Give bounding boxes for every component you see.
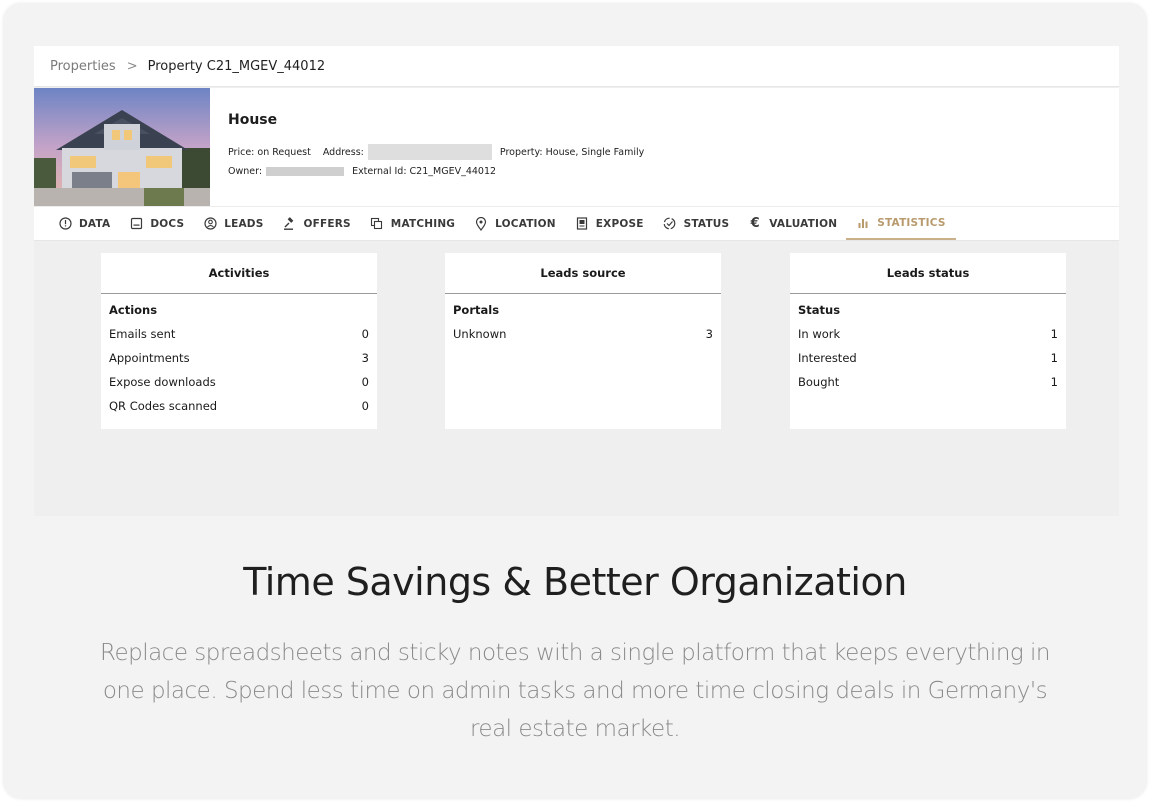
- tab-label: LEADS: [224, 217, 264, 230]
- breadcrumb-current: Property C21_MGEV_44012: [147, 58, 326, 74]
- tab-docs[interactable]: DOCS: [129, 207, 184, 240]
- stat-label: Appointments: [109, 351, 190, 365]
- card-title: Leads source: [445, 253, 721, 294]
- info-circle-icon: [58, 217, 72, 231]
- stat-value: 1: [1050, 351, 1058, 365]
- stat-label: Interested: [798, 351, 857, 365]
- stat-label: QR Codes scanned: [109, 399, 218, 413]
- tab-label: STATUS: [683, 217, 730, 230]
- leads-status-card: Leads status Status In work 1 Interested 1…: [790, 253, 1066, 429]
- card-title: Leads status: [790, 253, 1066, 294]
- property-meta-line-1: Price: on Request Address: Property: Hou…: [228, 144, 644, 160]
- card-title: Activities: [101, 253, 377, 294]
- stat-label: Expose downloads: [109, 375, 216, 389]
- price-text: Price: on Request: [228, 146, 311, 158]
- property-header: House Price: on Request Address: Propert…: [34, 88, 1119, 206]
- tab-status[interactable]: STATUS: [663, 207, 730, 240]
- owner-redacted: [266, 167, 345, 176]
- tab-matching[interactable]: MATCHING: [370, 207, 455, 240]
- activities-card: Activities Actions Emails sent 0 Appointm…: [101, 253, 377, 429]
- location-pin-icon: [474, 216, 488, 231]
- property-type-text: Property: House, Single Family: [499, 146, 645, 158]
- stat-row: Unknown 3: [453, 326, 713, 342]
- tab-label: VALUATION: [769, 217, 838, 230]
- stat-row: Appointments 3: [109, 350, 369, 366]
- external-id-text: External Id: C21_MGEV_44012: [352, 166, 497, 177]
- tab-location[interactable]: LOCATION: [474, 207, 556, 240]
- stat-label: Emails sent: [109, 327, 176, 341]
- gavel-icon: [283, 216, 297, 231]
- stat-row: Emails sent 0: [109, 326, 369, 342]
- document-icon: [129, 217, 143, 231]
- property-tabs: DATA DOCS LEADS OFFERS MATCHING LOCATION…: [34, 206, 1119, 241]
- property-title: House: [228, 112, 278, 128]
- expose-icon: [575, 217, 589, 231]
- stat-label: Unknown: [453, 327, 507, 341]
- card-subtitle: Actions: [109, 303, 158, 317]
- property-meta-line-2: Owner: External Id: C21_MGEV_44012: [228, 166, 496, 177]
- chevron-right-icon: >: [126, 58, 138, 74]
- tab-statistics[interactable]: STATISTICS: [846, 207, 956, 240]
- address-label: Address:: [322, 146, 364, 158]
- leads-source-card: Leads source Portals Unknown 3: [445, 253, 721, 429]
- breadcrumb-properties-link[interactable]: Properties: [50, 59, 116, 74]
- tab-label: DOCS: [150, 217, 185, 230]
- stat-row: QR Codes scanned 0: [109, 398, 369, 414]
- tab-label: EXPOSE: [595, 217, 644, 230]
- stat-row: Bought 1: [798, 374, 1058, 390]
- tab-label: LOCATION: [495, 217, 556, 230]
- stat-row: In work 1: [798, 326, 1058, 342]
- owner-label: Owner:: [228, 166, 263, 177]
- euro-icon: €: [750, 216, 760, 231]
- stat-value: 1: [1050, 327, 1058, 341]
- stat-label: In work: [798, 327, 841, 341]
- tab-label: DATA: [79, 217, 111, 230]
- tab-valuation[interactable]: € VALUATION: [748, 207, 837, 240]
- bar-chart-icon: [856, 216, 870, 230]
- breadcrumb: Properties > Property C21_MGEV_44012: [34, 46, 1119, 87]
- stat-label: Bought: [798, 375, 840, 389]
- stat-value: 0: [361, 375, 369, 389]
- tab-label: MATCHING: [390, 217, 456, 230]
- stat-value: 3: [705, 327, 713, 341]
- marketing-body: Replace spreadsheets and sticky notes wi…: [100, 640, 1050, 742]
- tab-label: STATISTICS: [877, 216, 946, 229]
- card-subtitle: Status: [798, 303, 841, 317]
- property-photo[interactable]: [34, 88, 210, 206]
- stat-value: 0: [361, 327, 369, 341]
- card-subtitle: Portals: [453, 303, 500, 317]
- tab-leads[interactable]: LEADS: [203, 207, 263, 240]
- tab-label: OFFERS: [303, 217, 351, 230]
- marketing-headline: Time Savings & Better Organization: [243, 560, 907, 604]
- tab-data[interactable]: DATA: [58, 207, 110, 240]
- stat-value: 0: [361, 399, 369, 413]
- stat-row: Expose downloads 0: [109, 374, 369, 390]
- tab-expose[interactable]: EXPOSE: [575, 207, 644, 240]
- stat-value: 3: [361, 351, 369, 365]
- address-redacted: [367, 144, 492, 160]
- status-icon: [663, 217, 677, 231]
- stat-row: Interested 1: [798, 350, 1058, 366]
- tab-offers[interactable]: OFFERS: [283, 207, 351, 240]
- leads-icon: [203, 217, 217, 231]
- app-window: Properties > Property C21_MGEV_44012 Hou…: [34, 46, 1119, 516]
- stat-value: 1: [1050, 375, 1058, 389]
- copy-icon: [370, 217, 384, 231]
